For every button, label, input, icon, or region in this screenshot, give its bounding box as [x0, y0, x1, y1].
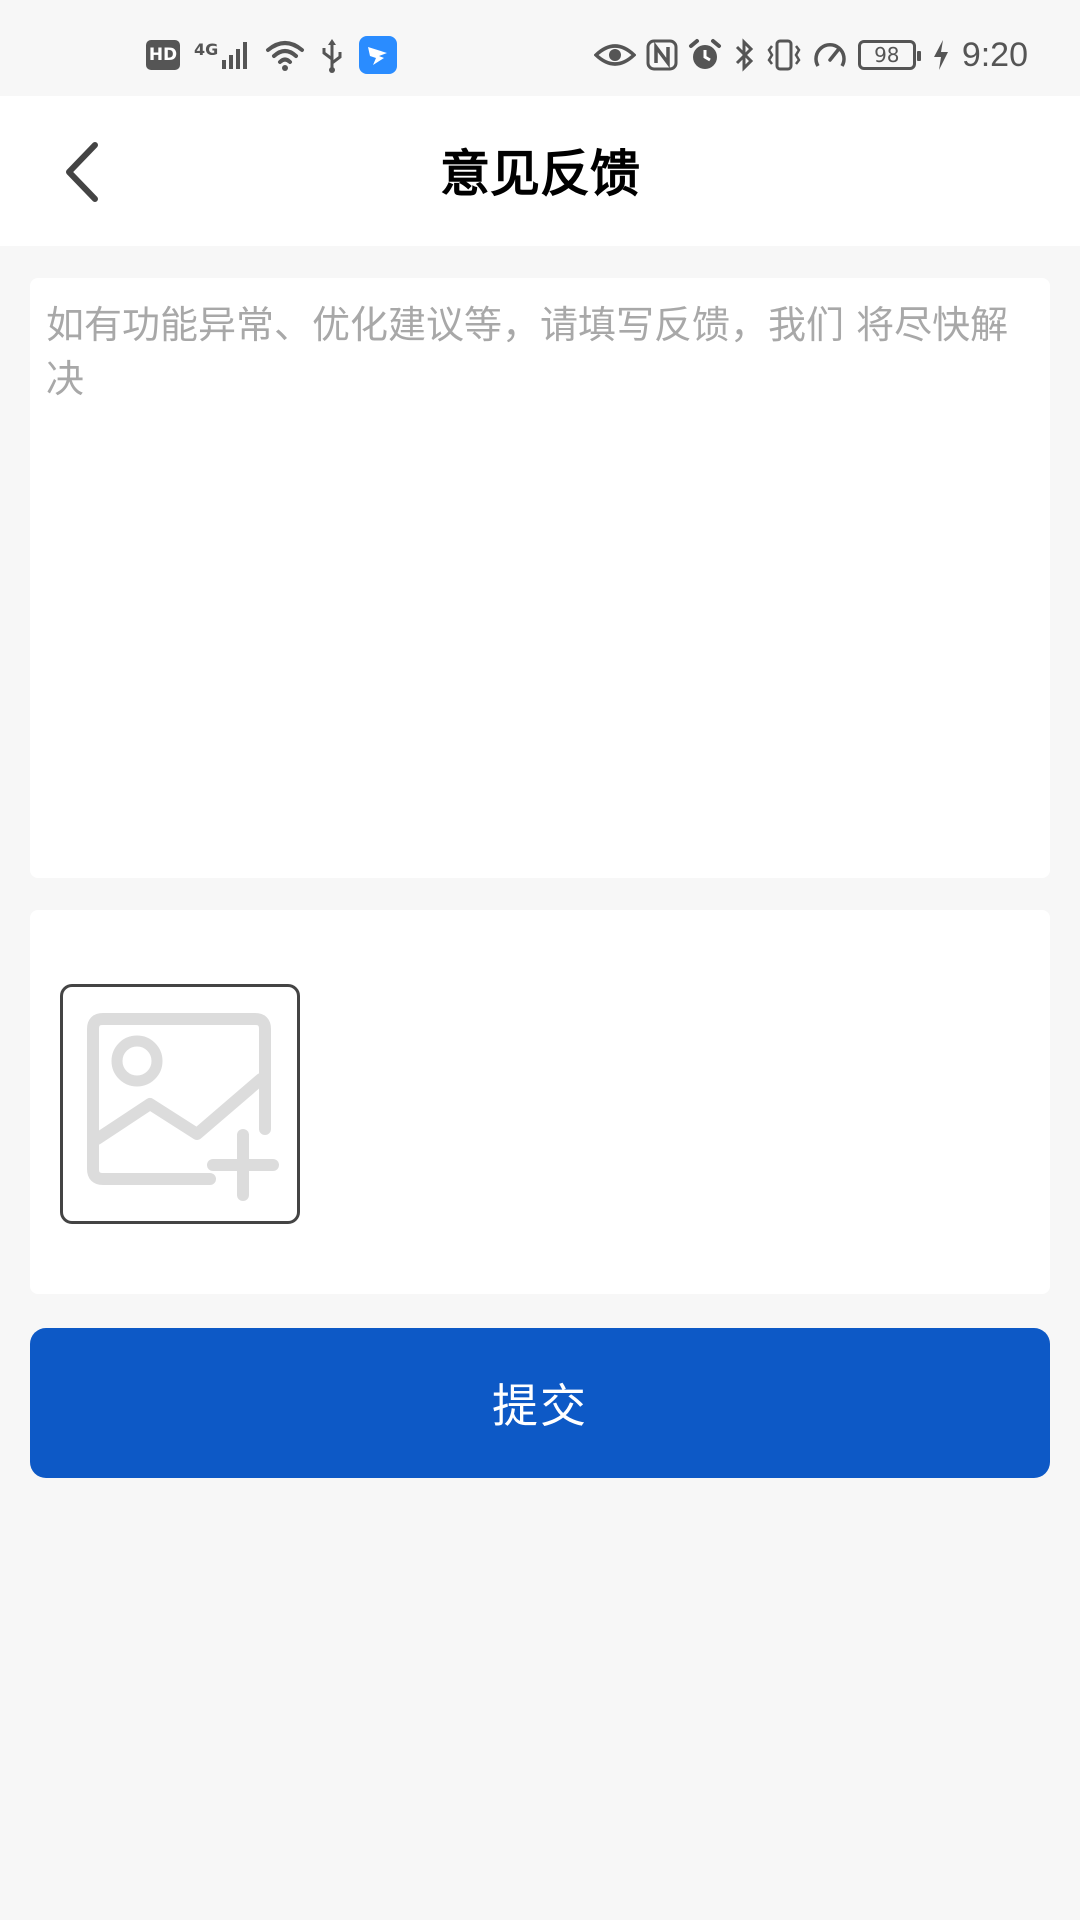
navigation-bar: 意见反馈 — [0, 96, 1080, 246]
vibrate-icon — [767, 39, 801, 71]
network-type-label: 4G — [194, 40, 219, 59]
battery-icon: 98 — [857, 40, 921, 70]
wifi-icon — [266, 41, 305, 71]
battery-level: 98 — [874, 43, 900, 67]
add-image-icon — [87, 1013, 279, 1201]
hd-badge: HD — [146, 40, 180, 70]
nfc-icon — [646, 39, 678, 71]
add-image-button[interactable] — [60, 984, 300, 1224]
submit-button[interactable]: 提交 — [30, 1328, 1050, 1478]
alarm-icon — [688, 39, 721, 69]
speed-gauge-icon — [814, 43, 846, 67]
bluetooth-icon — [735, 38, 753, 72]
signal-bars-icon — [222, 42, 248, 69]
dingtalk-app-icon — [359, 36, 398, 74]
eye-icon — [593, 44, 636, 66]
cellular-signal-icon: 4G — [194, 40, 251, 70]
usb-icon — [322, 39, 342, 73]
charging-icon — [933, 40, 948, 70]
feedback-card — [30, 278, 1050, 878]
status-bar-left: HD 4G — [146, 34, 398, 76]
status-bar-right: 98 9:20 — [593, 34, 1028, 76]
page-title: 意见反馈 — [440, 145, 640, 203]
image-upload-card — [30, 910, 1050, 1294]
clock: 9:20 — [961, 35, 1028, 74]
feedback-textarea[interactable] — [30, 278, 1050, 878]
status-bar: HD 4G 98 9:20 — [0, 0, 1080, 96]
